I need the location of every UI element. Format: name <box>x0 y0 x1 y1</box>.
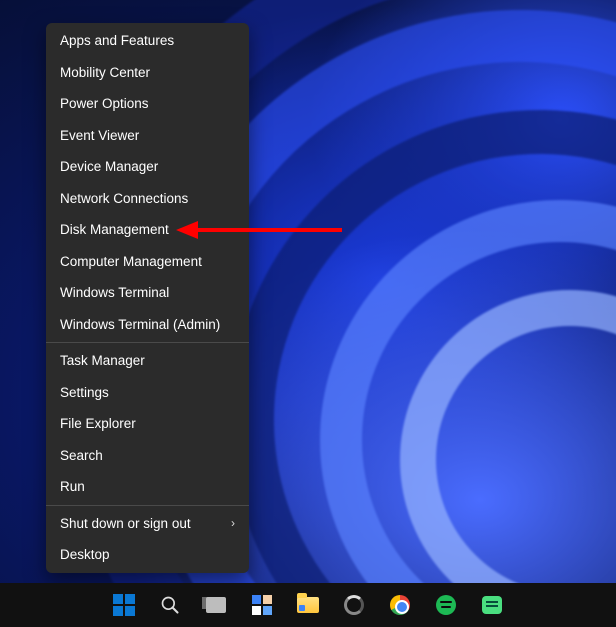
task-view-icon <box>206 597 226 613</box>
menu-item-label: Device Manager <box>60 159 158 174</box>
menu-settings[interactable]: Settings <box>46 377 249 409</box>
menu-item-label: Event Viewer <box>60 128 139 143</box>
menu-item-label: File Explorer <box>60 416 136 431</box>
menu-item-label: Apps and Features <box>60 33 174 48</box>
menu-device-manager[interactable]: Device Manager <box>46 151 249 183</box>
start-button[interactable] <box>112 593 136 617</box>
menu-apps-and-features[interactable]: Apps and Features <box>46 25 249 57</box>
menu-computer-management[interactable]: Computer Management <box>46 246 249 278</box>
menu-disk-management[interactable]: Disk Management <box>46 214 249 246</box>
menu-windows-terminal[interactable]: Windows Terminal <box>46 277 249 309</box>
search-button[interactable] <box>158 593 182 617</box>
menu-item-label: Settings <box>60 385 109 400</box>
file-explorer-button[interactable] <box>296 593 320 617</box>
file-explorer-icon <box>297 597 319 613</box>
menu-mobility-center[interactable]: Mobility Center <box>46 57 249 89</box>
menu-separator <box>46 342 249 343</box>
ring-icon <box>344 595 364 615</box>
app-ring-button[interactable] <box>342 593 366 617</box>
menu-event-viewer[interactable]: Event Viewer <box>46 120 249 152</box>
chevron-right-icon: › <box>231 517 235 529</box>
spotify-button[interactable] <box>434 593 458 617</box>
chat-app-button[interactable] <box>480 593 504 617</box>
chrome-button[interactable] <box>388 593 412 617</box>
chat-icon <box>482 596 502 614</box>
widgets-button[interactable] <box>250 593 274 617</box>
menu-item-label: Run <box>60 479 85 494</box>
search-icon <box>160 595 180 615</box>
menu-run[interactable]: Run <box>46 471 249 503</box>
menu-windows-terminal-admin[interactable]: Windows Terminal (Admin) <box>46 309 249 341</box>
menu-desktop[interactable]: Desktop <box>46 539 249 571</box>
menu-item-label: Power Options <box>60 96 149 111</box>
taskbar <box>0 583 616 627</box>
widgets-icon <box>252 595 272 615</box>
menu-search[interactable]: Search <box>46 440 249 472</box>
menu-item-label: Network Connections <box>60 191 188 206</box>
menu-item-label: Shut down or sign out <box>60 516 191 531</box>
menu-separator <box>46 505 249 506</box>
menu-item-label: Desktop <box>60 547 110 562</box>
menu-item-label: Disk Management <box>60 222 169 237</box>
menu-item-label: Computer Management <box>60 254 202 269</box>
menu-network-connections[interactable]: Network Connections <box>46 183 249 215</box>
menu-item-label: Windows Terminal <box>60 285 169 300</box>
menu-shutdown-signout[interactable]: Shut down or sign out › <box>46 508 249 540</box>
menu-item-label: Task Manager <box>60 353 145 368</box>
menu-item-label: Mobility Center <box>60 65 150 80</box>
menu-power-options[interactable]: Power Options <box>46 88 249 120</box>
menu-file-explorer[interactable]: File Explorer <box>46 408 249 440</box>
chrome-icon <box>390 595 410 615</box>
windows-logo-icon <box>113 594 135 616</box>
menu-task-manager[interactable]: Task Manager <box>46 345 249 377</box>
menu-item-label: Search <box>60 448 103 463</box>
winx-context-menu: Apps and Features Mobility Center Power Op… <box>46 23 249 573</box>
task-view-button[interactable] <box>204 593 228 617</box>
menu-item-label: Windows Terminal (Admin) <box>60 317 220 332</box>
spotify-icon <box>436 595 456 615</box>
